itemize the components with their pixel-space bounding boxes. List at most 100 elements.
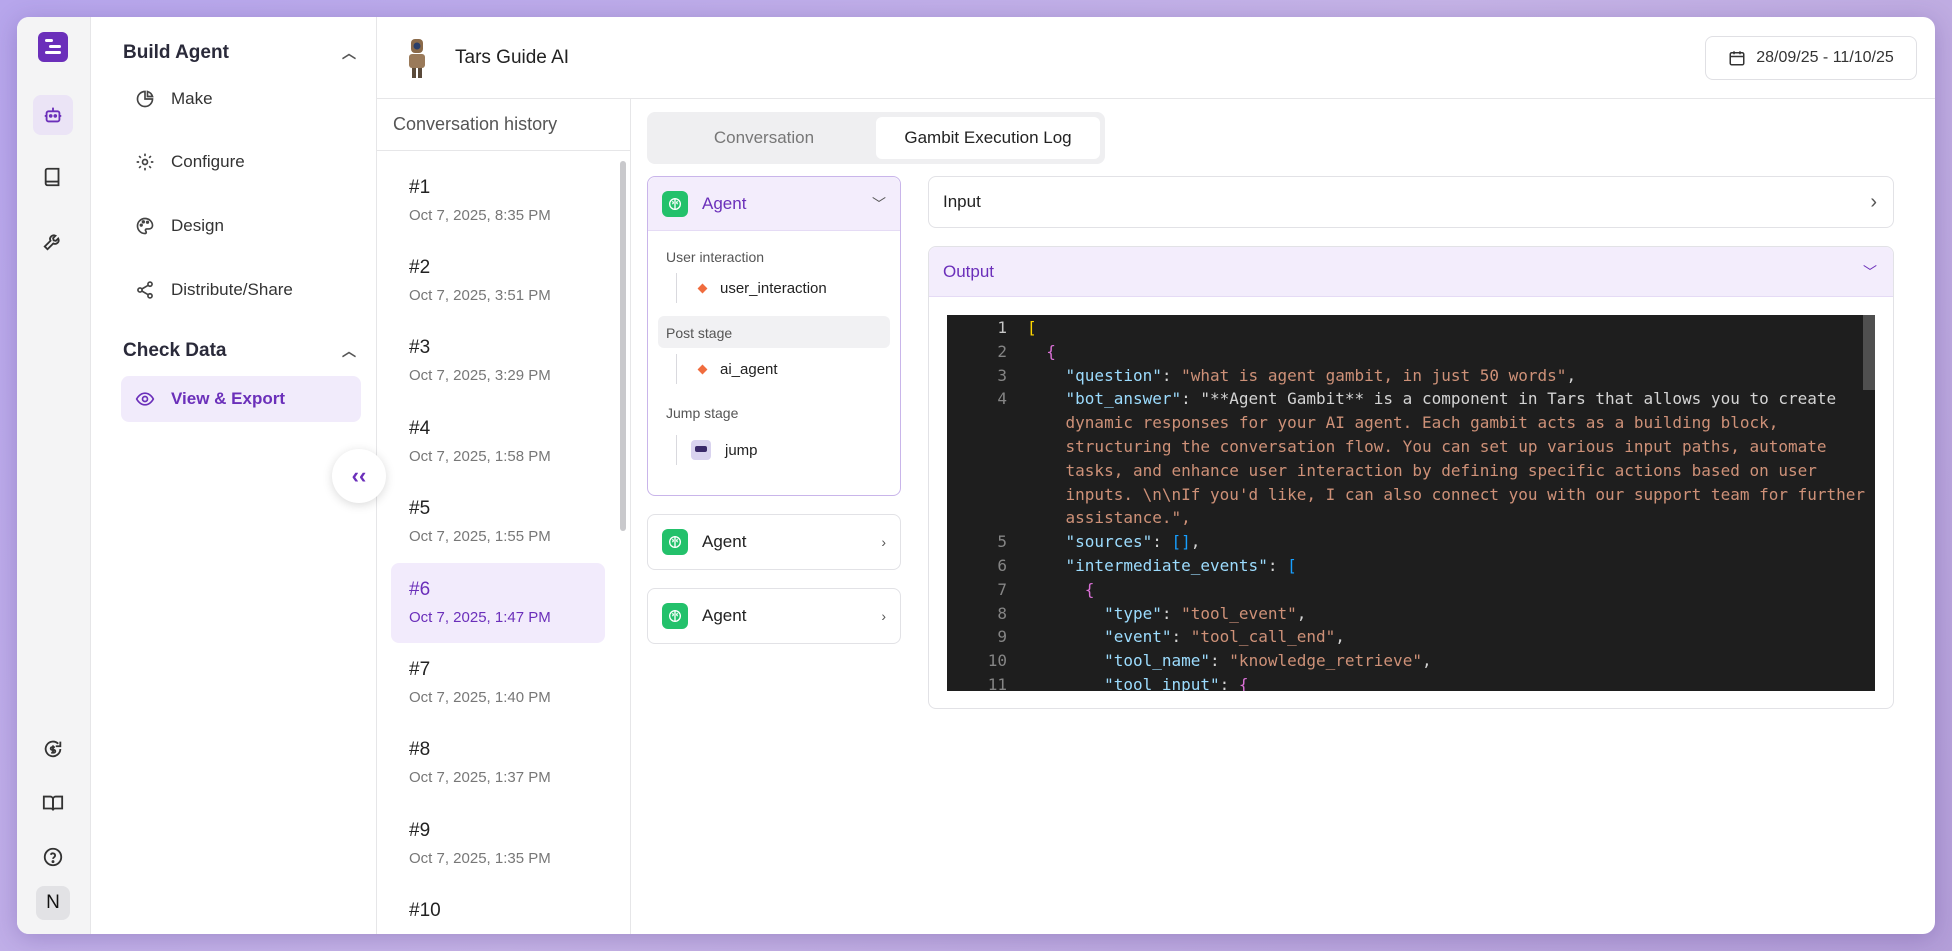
conversation-item[interactable]: #7 Oct 7, 2025, 1:40 PM (391, 643, 605, 723)
history-scrollbar[interactable] (620, 161, 626, 531)
build-agent-section[interactable]: Build Agent ︿ (123, 39, 356, 67)
output-header[interactable]: Output ﹀ (929, 247, 1893, 297)
line-number (947, 483, 1007, 507)
code-line: dynamic responses for your AI agent. Eac… (1027, 413, 1779, 433)
bot-face-icon (691, 440, 711, 460)
conversation-item[interactable]: #1 Oct 7, 2025, 8:35 PM (391, 161, 605, 241)
guide-nav-button[interactable] (33, 783, 73, 823)
gambit-card[interactable]: Agent › (647, 514, 901, 570)
stage-label: Jump stage (666, 405, 739, 421)
gambit-header[interactable]: Agent › (648, 589, 900, 643)
conversation-number: #6 (409, 579, 431, 600)
line-number: 11 (987, 674, 1007, 691)
view-tabs: Conversation Gambit Execution Log (647, 112, 1105, 164)
conversation-time: Oct 7, 2025, 1:58 PM (409, 448, 551, 465)
conversation-item-selected[interactable]: #6 Oct 7, 2025, 1:47 PM (391, 563, 605, 643)
open-book-icon (42, 795, 64, 811)
gambit-header[interactable]: Agent ﹀ (648, 177, 900, 231)
date-range-picker[interactable]: 28/09/25 - 11/10/25 (1705, 36, 1917, 80)
chevron-down-icon: ﹀ (872, 195, 886, 212)
conversation-number: #2 (409, 257, 431, 278)
input-panel[interactable]: Input › (928, 176, 1894, 228)
line-number: 8 (997, 603, 1007, 623)
conversation-item[interactable]: #9 Oct 7, 2025, 1:35 PM (391, 804, 605, 884)
gambit-header[interactable]: Agent › (648, 515, 900, 569)
palette-icon (136, 217, 154, 235)
conversation-time: Oct 7, 2025, 3:29 PM (409, 367, 551, 384)
line-number: 5 (997, 532, 1007, 552)
tab-conversation[interactable]: Conversation (652, 117, 876, 159)
double-chevron-left-icon: ‹‹ (351, 463, 367, 488)
input-header[interactable]: Input › (929, 177, 1893, 227)
check-data-title: Check Data (123, 340, 227, 361)
nav-item-configure[interactable]: Configure (121, 139, 361, 185)
tab-gambit-execution-log[interactable]: Gambit Execution Log (876, 117, 1100, 159)
conversation-item[interactable]: #2 Oct 7, 2025, 3:51 PM (391, 241, 605, 321)
conversation-item[interactable]: #8 Oct 7, 2025, 1:37 PM (391, 723, 605, 803)
conversation-number: #7 (409, 659, 431, 680)
stage-item-label: user_interaction (720, 279, 827, 297)
conversation-time: Oct 7, 2025, 1:55 PM (409, 528, 551, 545)
code-line: structuring the conversation flow. You c… (1027, 436, 1827, 456)
diamond-icon (697, 364, 708, 374)
stage-item[interactable]: ai_agent (676, 354, 778, 384)
stage-label: User interaction (666, 249, 765, 265)
conversation-item[interactable]: #5 Oct 7, 2025, 1:55 PM (391, 482, 605, 562)
conversation-item[interactable]: #10 (391, 884, 605, 934)
nav-item-label: View & Export (171, 389, 285, 408)
conversation-number: #3 (409, 337, 431, 358)
book-icon (44, 167, 60, 187)
tools-nav-button[interactable] (33, 221, 73, 261)
gambit-card[interactable]: Agent › (647, 588, 901, 644)
line-number-gutter: 1 2 3 4 5 6 7 8 9 10 11 (947, 315, 1007, 691)
nav-item-label: Design (171, 216, 224, 235)
nav-item-make[interactable]: Make (121, 76, 361, 122)
code-line: "intermediate_events": [ (1065, 555, 1297, 575)
nav-item-design[interactable]: Design (121, 203, 361, 249)
code-content: [ { "question": "what is agent gambit, i… (1027, 315, 1866, 691)
output-label: Output (943, 261, 995, 281)
agent-title: Tars Guide AI (455, 47, 570, 68)
line-number: 1 (997, 318, 1007, 337)
billing-nav-button[interactable] (33, 729, 73, 769)
code-line: { (1084, 579, 1095, 599)
help-nav-button[interactable] (33, 837, 73, 877)
code-line: inputs. \n\nIf you'd like, I can also co… (1027, 484, 1866, 504)
stage-label: Post stage (666, 325, 733, 341)
collapse-sidebar-button[interactable]: ‹‹ (332, 449, 386, 503)
user-avatar[interactable]: N (36, 886, 70, 920)
bot-nav-button[interactable] (33, 95, 73, 135)
chevron-up-icon: ︿ (342, 343, 356, 359)
conversation-time: Oct 7, 2025, 3:51 PM (409, 287, 551, 304)
code-scrollbar[interactable] (1863, 315, 1875, 390)
conversation-number: #9 (409, 820, 431, 841)
conversation-history-panel: Conversation history #1 Oct 7, 2025, 8:35… (377, 99, 631, 934)
date-range-label: 28/09/25 - 11/10/25 (1756, 49, 1894, 66)
code-line: [ (1027, 318, 1037, 337)
nav-item-view-export[interactable]: View & Export (121, 376, 361, 422)
nav-item-distribute[interactable]: Distribute/Share (121, 267, 361, 313)
nav-item-label: Distribute/Share (171, 280, 293, 299)
conversation-number: #8 (409, 739, 431, 760)
conversation-item[interactable]: #4 Oct 7, 2025, 1:58 PM (391, 402, 605, 482)
chevron-right-icon: › (881, 608, 886, 624)
code-line: assistance.", (1027, 508, 1191, 528)
code-line: "tool_input": { (1104, 674, 1249, 691)
conversation-number: #10 (409, 900, 441, 921)
json-code-viewer[interactable]: 1 2 3 4 5 6 7 8 9 10 11 [ { "question": "what is a… (947, 315, 1875, 691)
stage-item-label: jump (725, 441, 758, 459)
stage-item[interactable]: user_interaction (676, 273, 827, 303)
check-data-section[interactable]: Check Data ︿ (123, 337, 356, 365)
code-line: "sources": [], (1065, 532, 1201, 552)
docs-nav-button[interactable] (33, 157, 73, 197)
line-number: 9 (997, 627, 1007, 647)
gambit-label: Agent (702, 193, 747, 213)
build-agent-title: Build Agent (123, 42, 229, 63)
app-logo[interactable] (38, 32, 68, 62)
stage-item[interactable]: jump (676, 435, 758, 465)
code-line: "bot_answer": "**Agent Gambit** is a com… (1065, 389, 1837, 409)
brain-icon (662, 190, 688, 217)
conversation-item[interactable]: #3 Oct 7, 2025, 3:29 PM (391, 321, 605, 401)
code-line: "event": "tool_call_end", (1104, 627, 1345, 647)
chevron-up-icon: ︿ (342, 45, 356, 61)
